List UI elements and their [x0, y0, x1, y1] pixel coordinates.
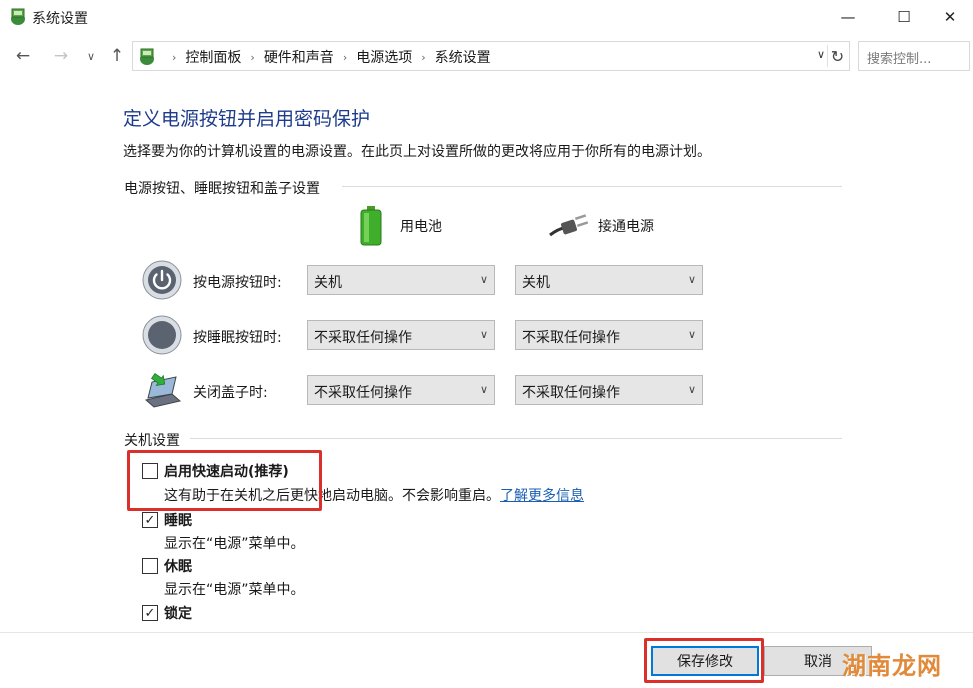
control-panel-icon — [140, 48, 154, 65]
column-battery: 用电池 — [360, 206, 442, 246]
address-history-chevron-icon[interactable]: ∨ — [817, 48, 825, 61]
battery-icon — [360, 206, 382, 246]
section-divider — [190, 438, 842, 439]
select-value: 不采取任何操作 — [314, 330, 412, 346]
arrow-left-icon: ← — [15, 46, 31, 66]
sleep-button-plugged-select[interactable]: 不采取任何操作 ∨ — [515, 320, 703, 350]
checkmark-icon: ✓ — [144, 605, 156, 621]
lock-checkbox[interactable]: ✓ — [142, 605, 158, 621]
breadcrumb-hardware-sound[interactable]: 硬件和声音 — [264, 47, 334, 67]
page-description: 选择要为你的计算机设置的电源设置。在此页上对设置所做的更改将应用于你所有的电源计… — [123, 144, 711, 160]
sleep-button-action-label: 按睡眠按钮时: — [193, 330, 282, 346]
select-value: 不采取任何操作 — [522, 385, 620, 401]
column-plugged-in-label: 接通电源 — [598, 219, 654, 235]
lid-close-plugged-select[interactable]: 不采取任何操作 ∨ — [515, 375, 703, 405]
hibernate-option-description: 显示在“电源”菜单中。 — [164, 582, 305, 598]
annotation-highlight-save — [644, 638, 764, 683]
sleep-button-battery-select[interactable]: 不采取任何操作 ∨ — [307, 320, 495, 350]
maximize-icon: ☐ — [897, 8, 911, 26]
sleep-option-description: 显示在“电源”菜单中。 — [164, 536, 305, 552]
laptop-lid-icon — [144, 372, 182, 408]
maximize-button[interactable]: ☐ — [881, 0, 927, 34]
forward-button[interactable]: → — [50, 45, 72, 67]
section-heading-shutdown: 关机设置 — [124, 433, 180, 449]
annotation-highlight-fast-startup — [127, 450, 322, 511]
select-value: 关机 — [522, 275, 550, 291]
power-icon — [142, 260, 182, 300]
close-icon: ✕ — [943, 8, 957, 26]
learn-more-link[interactable]: 了解更多信息 — [500, 488, 584, 504]
recent-locations-button[interactable]: ∨ — [80, 45, 102, 67]
sleep-checkbox[interactable]: ✓ — [142, 512, 158, 528]
address-toolbar: ← → ∨ ↑ › 控制面板 › 硬件和声音 › 电源选项 › 系统设置 ∨ ↻… — [0, 38, 973, 74]
column-plugged-in: 接通电源 — [548, 213, 654, 239]
chevron-down-icon: ∨ — [687, 383, 696, 396]
site-watermark: 湖南龙网 — [842, 652, 942, 680]
power-button-action-label: 按电源按钮时: — [193, 275, 282, 291]
breadcrumb-separator-icon[interactable]: › — [343, 51, 347, 64]
control-panel-icon — [11, 8, 25, 25]
section-heading-buttons: 电源按钮、睡眠按钮和盖子设置 — [124, 181, 320, 197]
minimize-button[interactable]: — — [825, 0, 871, 34]
breadcrumb-separator-icon[interactable]: › — [421, 51, 425, 64]
search-placeholder: 搜索控制... — [867, 52, 932, 67]
chevron-down-icon: ∨ — [687, 273, 696, 286]
lock-option-label[interactable]: 锁定 — [164, 603, 192, 623]
select-value: 不采取任何操作 — [522, 330, 620, 346]
search-input[interactable]: 搜索控制... — [858, 41, 970, 71]
back-button[interactable]: ← — [12, 45, 34, 67]
select-value: 关机 — [314, 275, 342, 291]
refresh-icon: ↻ — [830, 46, 845, 66]
arrow-up-icon: ↑ — [109, 46, 125, 66]
chevron-down-icon: ∨ — [86, 49, 96, 63]
breadcrumb-control-panel[interactable]: 控制面板 — [185, 47, 241, 67]
chevron-down-icon: ∨ — [479, 383, 488, 396]
breadcrumb: › 控制面板 › 硬件和声音 › 电源选项 › 系统设置 — [163, 47, 491, 67]
title-bar: 系统设置 — ☐ ✕ — [0, 0, 973, 34]
sleep-icon — [142, 315, 182, 355]
minimize-icon: — — [840, 8, 856, 26]
sleep-option-label[interactable]: 睡眠 — [164, 510, 192, 530]
window-title: 系统设置 — [32, 11, 88, 27]
power-button-plugged-select[interactable]: 关机 ∨ — [515, 265, 703, 295]
breadcrumb-power-options[interactable]: 电源选项 — [356, 47, 412, 67]
column-battery-label: 用电池 — [400, 219, 442, 235]
chevron-down-icon: ∨ — [687, 328, 696, 341]
lid-close-battery-select[interactable]: 不采取任何操作 ∨ — [307, 375, 495, 405]
up-button[interactable]: ↑ — [106, 45, 128, 67]
breadcrumb-separator-icon[interactable]: › — [250, 51, 254, 64]
section-divider — [342, 186, 842, 187]
power-plug-icon — [549, 214, 588, 237]
chevron-down-icon: ∨ — [479, 328, 488, 341]
lid-close-action-label: 关闭盖子时: — [193, 385, 268, 401]
chevron-down-icon: ∨ — [479, 273, 488, 286]
arrow-right-icon: → — [53, 46, 69, 66]
checkmark-icon: ✓ — [144, 512, 156, 528]
hibernate-option-label[interactable]: 休眠 — [164, 556, 192, 576]
refresh-button[interactable]: ↻ — [827, 45, 847, 67]
power-button-battery-select[interactable]: 关机 ∨ — [307, 265, 495, 295]
breadcrumb-system-settings[interactable]: 系统设置 — [435, 47, 491, 67]
hibernate-checkbox[interactable] — [142, 558, 158, 574]
breadcrumb-separator-icon[interactable]: › — [172, 51, 176, 64]
select-value: 不采取任何操作 — [314, 385, 412, 401]
address-bar[interactable]: › 控制面板 › 硬件和声音 › 电源选项 › 系统设置 ∨ ↻ — [132, 41, 850, 71]
close-button[interactable]: ✕ — [927, 0, 973, 34]
page-title: 定义电源按钮并启用密码保护 — [123, 108, 371, 130]
